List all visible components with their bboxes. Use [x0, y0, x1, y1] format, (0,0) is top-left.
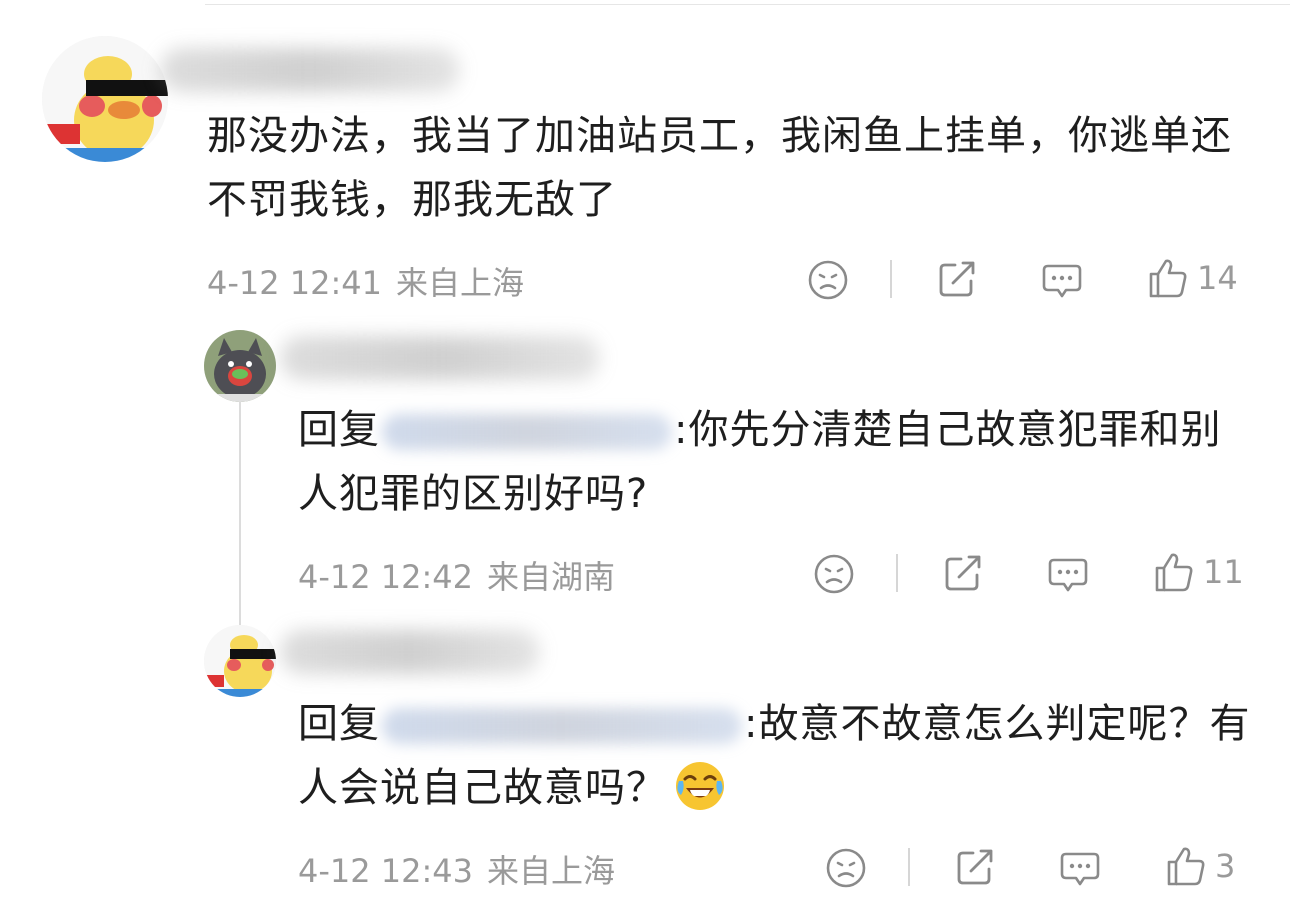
reply-prefix: 回复	[298, 701, 380, 747]
location: 来自上海	[396, 264, 525, 302]
dislike-button[interactable]	[806, 258, 850, 302]
reply-meta: 4-12 12:43 来自上海	[298, 846, 615, 892]
sad-face-icon	[826, 848, 866, 888]
comment-text: 那没办法，我当了加油站员工，我闲鱼上挂单，你逃单还不罚我钱，那我无敌了	[207, 113, 1232, 223]
timestamp: 4-12 12:42	[298, 558, 474, 596]
action-divider	[908, 848, 910, 886]
share-icon	[957, 849, 993, 885]
thread-line	[239, 400, 241, 625]
mention-blurred[interactable]	[382, 414, 672, 450]
action-divider	[890, 260, 892, 298]
username-blurred[interactable]	[160, 48, 460, 92]
comment-button[interactable]	[1040, 258, 1084, 302]
thumbs-up-icon	[1149, 259, 1187, 298]
like-button[interactable]: 14	[1145, 256, 1238, 300]
like-button[interactable]: 11	[1151, 550, 1244, 594]
reply-meta: 4-12 12:42 来自湖南	[298, 552, 615, 598]
like-count: 3	[1215, 847, 1236, 885]
cat-avatar-image	[204, 330, 276, 402]
reply-text: 回复:故意不故意怎么判定呢？有人会说自己故意吗？	[298, 692, 1258, 820]
avatar[interactable]	[204, 625, 276, 697]
dislike-button[interactable]	[824, 846, 868, 890]
mention-blurred[interactable]	[382, 708, 742, 744]
share-icon	[945, 555, 981, 591]
laugh-cry-emoji	[673, 759, 727, 813]
like-count: 14	[1197, 259, 1238, 297]
avatar[interactable]	[42, 36, 168, 162]
sad-face-icon	[814, 554, 854, 594]
avatar[interactable]	[204, 330, 276, 402]
username-blurred[interactable]	[280, 630, 540, 674]
comment-bubble-icon	[1042, 264, 1082, 298]
top-divider	[205, 4, 1290, 5]
thumbs-up-icon	[1167, 847, 1205, 886]
share-button[interactable]	[935, 257, 979, 301]
share-icon	[939, 261, 975, 297]
comment-button[interactable]	[1058, 846, 1102, 890]
comment-meta: 4-12 12:41 来自上海	[207, 258, 524, 304]
timestamp: 4-12 12:43	[298, 852, 474, 890]
timestamp: 4-12 12:41	[207, 264, 383, 302]
location: 来自湖南	[487, 558, 616, 596]
comment-button[interactable]	[1046, 552, 1090, 596]
duck-avatar-image	[204, 625, 276, 697]
share-button[interactable]	[953, 845, 997, 889]
thumbs-up-icon	[1155, 553, 1193, 592]
comment-bubble-icon	[1048, 558, 1088, 592]
reply-text: 回复:你先分清楚自己故意犯罪和别人犯罪的区别好吗?	[298, 398, 1258, 526]
duck-avatar-image	[42, 36, 168, 162]
action-divider	[896, 554, 898, 592]
share-button[interactable]	[941, 551, 985, 595]
reply-prefix: 回复	[298, 407, 380, 453]
like-count: 11	[1203, 553, 1244, 591]
like-button[interactable]: 3	[1163, 844, 1235, 888]
sad-face-icon	[808, 260, 848, 300]
location: 来自上海	[487, 852, 616, 890]
comment-bubble-icon	[1060, 852, 1100, 886]
dislike-button[interactable]	[812, 552, 856, 596]
username-blurred[interactable]	[280, 336, 600, 380]
